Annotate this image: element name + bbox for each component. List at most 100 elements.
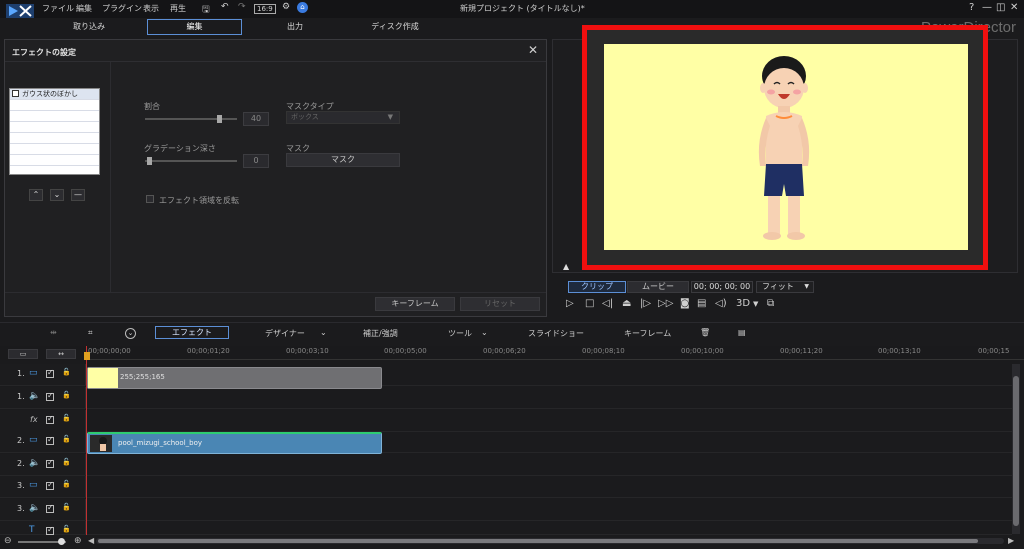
track-enable-checkbox[interactable]: ✓ [46, 458, 54, 468]
mask-type-select[interactable]: ボックス ▼ [286, 111, 400, 124]
list-item-empty [10, 100, 99, 111]
gradation-slider[interactable] [145, 160, 237, 162]
maximize-icon[interactable]: ◫ [996, 2, 1005, 13]
chevron-down-icon[interactable]: ⌄ [481, 328, 488, 337]
save-icon[interactable]: 🖫 [202, 2, 210, 18]
menu-playback[interactable]: 再生 [170, 3, 186, 14]
effect-checkbox[interactable] [12, 90, 19, 97]
track-enable-checkbox[interactable]: ✓ [46, 368, 54, 378]
chevron-down-icon[interactable]: ▼ [753, 300, 758, 308]
aspect-ratio-icon[interactable]: 16:9 [254, 4, 276, 14]
track-enable-checkbox[interactable]: ✓ [46, 414, 54, 424]
cloud-icon[interactable]: ⌂ [297, 2, 308, 13]
slideshow-button[interactable]: スライドショー [528, 328, 584, 339]
zoom-slider-thumb[interactable] [58, 538, 65, 545]
color-board-clip[interactable]: 255;255;165 [87, 367, 382, 389]
stop-icon[interactable]: □ [585, 298, 594, 309]
close-icon[interactable]: ✕ [528, 43, 538, 57]
track-manager-button[interactable]: ▭ [8, 349, 38, 359]
timecode-display[interactable]: 00; 00; 00; 00 [691, 281, 753, 293]
track-enable-checkbox[interactable]: ✓ [46, 435, 54, 445]
tab-edit[interactable]: 編集 [147, 19, 242, 35]
lock-icon[interactable]: 🔓 [62, 368, 71, 376]
lock-icon[interactable]: 🔓 [62, 435, 71, 443]
snap-icon[interactable]: ⇹ [50, 328, 57, 337]
track-enable-checkbox[interactable]: ✓ [46, 391, 54, 401]
menu-plugins[interactable]: プラグイン [102, 3, 142, 14]
gradation-slider-thumb[interactable] [147, 157, 152, 165]
move-down-button[interactable]: ⌄ [50, 189, 64, 201]
ratio-slider-thumb[interactable] [217, 115, 222, 123]
settings-gear-icon[interactable]: ⚙ [282, 2, 290, 12]
close-window-icon[interactable]: ✕ [1010, 2, 1018, 13]
reset-button[interactable]: リセット [460, 297, 540, 311]
lock-icon[interactable]: 🔓 [62, 480, 71, 488]
lock-icon[interactable]: 🔓 [62, 525, 71, 533]
redo-icon[interactable]: ↷ [238, 2, 246, 12]
move-up-button[interactable]: ⌃ [29, 189, 43, 201]
boy-character-image [758, 56, 810, 240]
fit-timeline-button[interactable]: ↔ [46, 349, 76, 359]
volume-icon[interactable]: ◁) [715, 298, 727, 309]
track-enable-checkbox[interactable]: ✓ [46, 525, 54, 535]
ratio-slider[interactable] [145, 118, 237, 120]
remove-effect-button[interactable]: — [71, 189, 85, 201]
snapshot-icon[interactable]: ◙ [680, 298, 690, 309]
keyframe-tool-button[interactable]: キーフレーム [624, 328, 671, 339]
tab-capture[interactable]: 取り込み [50, 19, 128, 35]
vertical-scrollbar-thumb[interactable] [1013, 376, 1019, 526]
gradation-value-input[interactable]: 0 [243, 154, 269, 168]
scroll-right-icon[interactable]: ▶ [1008, 536, 1014, 545]
menu-file[interactable]: ファイル [42, 3, 74, 14]
mask-button[interactable]: マスク [286, 153, 400, 167]
movie-mode-button[interactable]: ムービー [627, 281, 689, 293]
3d-mode-button[interactable]: 3D [736, 298, 750, 309]
chevron-down-icon[interactable]: ⌄ [320, 328, 327, 337]
timeline-playhead[interactable] [86, 346, 87, 539]
track-enable-checkbox[interactable]: ✓ [46, 480, 54, 490]
next-frame-icon[interactable]: |▷ [640, 298, 651, 309]
subtitle-icon[interactable]: ▤ [697, 298, 706, 309]
lock-icon[interactable]: 🔓 [62, 391, 71, 399]
menu-view[interactable]: 表示 [143, 3, 159, 14]
crop-icon[interactable]: ⌗ [88, 328, 93, 338]
tools-button[interactable]: ツール [448, 328, 472, 339]
keyframe-button[interactable]: キーフレーム [375, 297, 455, 311]
zoom-fit-select[interactable]: フィット ▼ [756, 281, 814, 293]
zoom-out-icon[interactable]: ⊖ [4, 536, 12, 546]
menu-edit[interactable]: 編集 [76, 3, 92, 14]
correction-button[interactable]: 補正/強調 [363, 328, 398, 339]
minimize-icon[interactable]: — [982, 2, 992, 13]
split-icon[interactable]: ⏏ [622, 298, 631, 309]
clipboard-icon[interactable]: ▤ [738, 328, 746, 337]
undo-icon[interactable]: ↶ [221, 2, 229, 12]
invert-checkbox[interactable] [146, 195, 154, 203]
list-item-empty [10, 155, 99, 166]
effect-button[interactable]: エフェクト [155, 326, 229, 339]
chevron-down-circle-icon[interactable]: ⌄ [125, 328, 136, 339]
fast-forward-icon[interactable]: ▷▷ [658, 298, 673, 309]
video-clip[interactable]: pool_mizugi_school_boy [87, 432, 382, 454]
designer-button[interactable]: デザイナー [265, 328, 305, 339]
track-enable-checkbox[interactable]: ✓ [46, 503, 54, 513]
list-item[interactable]: ガウス状のぼかし [10, 89, 99, 100]
lock-icon[interactable]: 🔓 [62, 503, 71, 511]
tab-create-disc[interactable]: ディスク作成 [350, 19, 440, 35]
undock-icon[interactable]: ⧉ [767, 298, 774, 309]
zoom-in-icon[interactable]: ⊕ [74, 536, 82, 546]
preview-scrubber-thumb[interactable]: ▲ [563, 262, 569, 271]
clip-mode-button[interactable]: クリップ [568, 281, 626, 293]
trash-icon[interactable]: 🗑 [700, 328, 710, 337]
tab-produce[interactable]: 出力 [256, 19, 334, 35]
help-icon[interactable]: ? [969, 2, 974, 13]
lock-icon[interactable]: 🔓 [62, 458, 71, 466]
ratio-value-input[interactable]: 40 [243, 112, 269, 126]
previous-frame-icon[interactable]: ◁| [602, 298, 613, 309]
playhead-marker[interactable] [84, 352, 90, 360]
horizontal-scrollbar-thumb[interactable] [98, 539, 978, 543]
scroll-left-icon[interactable]: ◀ [88, 536, 94, 545]
play-icon[interactable]: ▷ [566, 298, 574, 309]
lock-icon[interactable]: 🔓 [62, 414, 71, 422]
timeline-ruler[interactable]: 00;00;00;00 00;00;01;20 00;00;03;10 00;0… [86, 346, 1024, 360]
ruler-label: 00;00;08;10 [582, 347, 625, 355]
